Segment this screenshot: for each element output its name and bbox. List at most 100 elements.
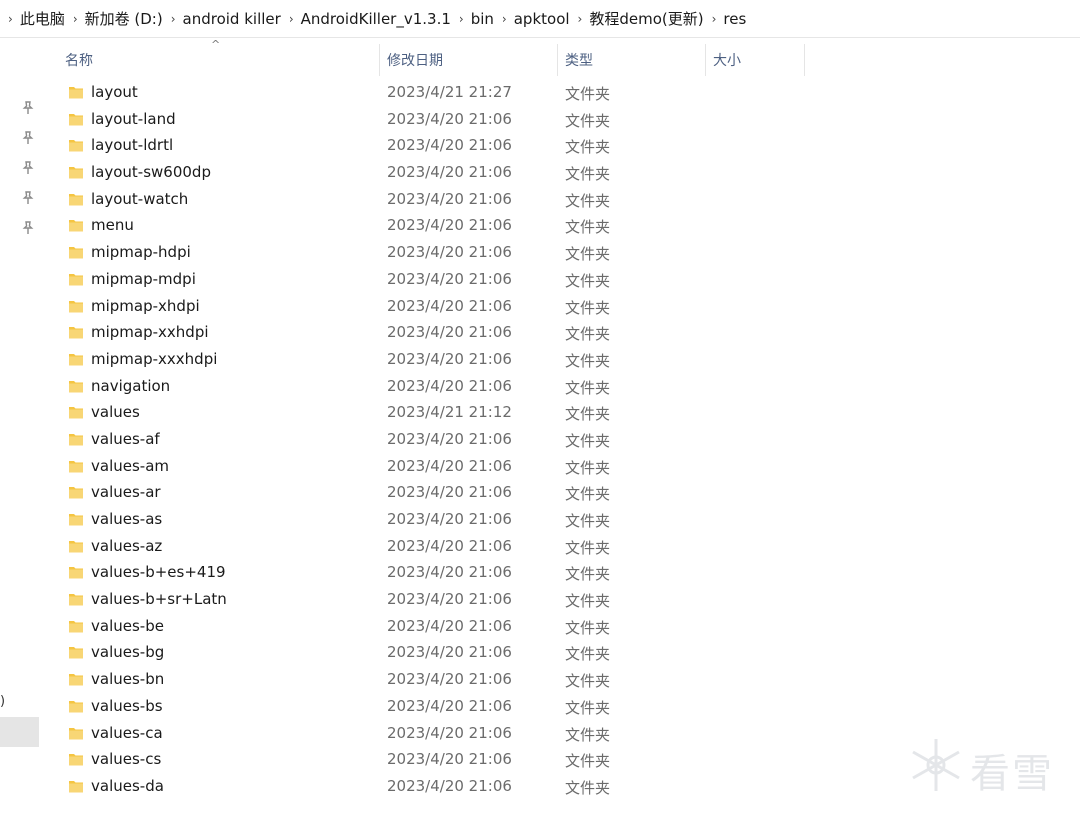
chevron-right-icon[interactable]: › [570, 12, 590, 26]
chevron-right-icon[interactable]: › [494, 12, 514, 26]
folder-row[interactable]: values 2023/4/21 21:12 文件夹 [55, 400, 815, 427]
folder-icon [69, 487, 83, 499]
snowflake-icon [912, 739, 960, 791]
folder-icon [69, 647, 83, 659]
file-name: layout-watch [91, 189, 189, 208]
modified-date: 2023/4/20 21:06 [387, 429, 512, 448]
nav-item-selected[interactable] [0, 717, 39, 747]
folder-row[interactable]: values-bs 2023/4/20 21:06 文件夹 [55, 694, 815, 721]
file-type: 文件夹 [565, 778, 611, 797]
file-name: values-af [91, 429, 160, 448]
folder-row[interactable]: menu 2023/4/20 21:06 文件夹 [55, 213, 815, 240]
chevron-right-icon[interactable]: › [163, 12, 183, 26]
folder-row[interactable]: values-az 2023/4/20 21:06 文件夹 [55, 534, 815, 561]
modified-date: 2023/4/20 21:06 [387, 536, 512, 555]
folder-row[interactable]: layout-sw600dp 2023/4/20 21:06 文件夹 [55, 160, 815, 187]
pin-icon[interactable] [21, 221, 35, 235]
folder-row[interactable]: mipmap-hdpi 2023/4/20 21:06 文件夹 [55, 240, 815, 267]
modified-date: 2023/4/21 21:27 [387, 83, 512, 101]
breadcrumb-item[interactable]: 教程demo(更新) [589, 8, 703, 29]
file-name: values-b+sr+Latn [91, 590, 227, 609]
column-header-size[interactable]: 大小 [706, 44, 805, 76]
folder-icon [69, 167, 83, 179]
folder-row[interactable]: values-da 2023/4/20 21:06 文件夹 [55, 774, 815, 801]
file-type: 文件夹 [565, 191, 611, 210]
file-type: 文件夹 [565, 725, 611, 744]
file-name: values-bn [91, 670, 165, 689]
folder-icon [69, 620, 83, 633]
file-type: 文件夹 [565, 245, 611, 264]
folder-row[interactable]: layout-ldrtl 2023/4/20 21:06 文件夹 [55, 133, 815, 160]
pin-icon[interactable] [21, 191, 35, 205]
file-type: 文件夹 [565, 592, 611, 611]
modified-date: 2023/4/20 21:06 [387, 723, 512, 742]
breadcrumb-item[interactable]: AndroidKiller_v1.3.1 [301, 10, 451, 28]
column-header-type[interactable]: 类型 [558, 44, 706, 76]
chevron-right-icon[interactable]: › [281, 12, 301, 26]
file-type: 文件夹 [565, 698, 611, 717]
modified-date: 2023/4/20 21:06 [387, 643, 512, 662]
folder-row[interactable]: values-ca 2023/4/20 21:06 文件夹 [55, 721, 815, 748]
folder-row[interactable]: layout-land 2023/4/20 21:06 文件夹 [55, 107, 815, 134]
folder-row[interactable]: layout-watch 2023/4/20 21:06 文件夹 [55, 187, 815, 214]
folder-row[interactable]: values-b+sr+Latn 2023/4/20 21:06 文件夹 [55, 587, 815, 614]
pin-icon[interactable] [21, 131, 35, 145]
folder-row[interactable]: mipmap-xhdpi 2023/4/20 21:06 文件夹 [55, 294, 815, 321]
nav-item-partial-label[interactable]: ) [0, 694, 5, 709]
chevron-right-icon[interactable]: › [451, 12, 471, 26]
modified-date: 2023/4/20 21:06 [387, 456, 512, 475]
file-list: layout 2023/4/21 21:27 文件夹 layout-land 2023/… [55, 80, 815, 801]
folder-row[interactable]: layout 2023/4/21 21:27 文件夹 [55, 80, 815, 107]
folder-icon [69, 87, 83, 99]
folder-row[interactable]: values-as 2023/4/20 21:06 文件夹 [55, 507, 815, 534]
file-type: 文件夹 [565, 512, 611, 530]
watermark-logo: 看雪 [908, 735, 1068, 801]
folder-row[interactable]: mipmap-xxxhdpi 2023/4/20 21:06 文件夹 [55, 347, 815, 374]
chevron-right-icon[interactable]: › [65, 12, 85, 26]
file-type: 文件夹 [565, 645, 611, 664]
folder-row[interactable]: values-cs 2023/4/20 21:06 文件夹 [55, 747, 815, 774]
chevron-right-icon[interactable]: › [704, 12, 724, 26]
breadcrumb-item[interactable]: 新加卷 (D:) [85, 8, 163, 29]
breadcrumb-item[interactable]: res [723, 10, 746, 28]
folder-row[interactable]: values-bg 2023/4/20 21:06 文件夹 [55, 640, 815, 667]
modified-date: 2023/4/20 21:06 [387, 296, 512, 315]
folder-icon [69, 113, 83, 126]
modified-date: 2023/4/20 21:06 [387, 616, 512, 635]
modified-date: 2023/4/20 21:06 [387, 750, 512, 769]
folder-icon [69, 220, 83, 232]
folder-row[interactable]: values-am 2023/4/20 21:06 文件夹 [55, 454, 815, 481]
folder-icon [69, 140, 83, 152]
breadcrumb-item[interactable]: 此电脑 [20, 8, 65, 29]
breadcrumb-item[interactable]: android killer [183, 10, 281, 28]
column-header-date[interactable]: 修改日期 [380, 44, 558, 76]
modified-date: 2023/4/20 21:06 [387, 243, 512, 262]
folder-icon [69, 674, 83, 686]
folder-row[interactable]: values-be 2023/4/20 21:06 文件夹 [55, 614, 815, 641]
chevron-right-icon[interactable]: › [0, 12, 20, 26]
column-header-name[interactable]: 名称 [55, 44, 380, 76]
file-type: 文件夹 [565, 271, 611, 290]
file-type: 文件夹 [565, 378, 611, 397]
breadcrumb-item[interactable]: bin [471, 10, 494, 28]
file-type: 文件夹 [565, 485, 611, 504]
modified-date: 2023/4/20 21:06 [387, 349, 512, 368]
folder-row[interactable]: navigation 2023/4/20 21:06 文件夹 [55, 374, 815, 401]
file-type: 文件夹 [565, 351, 611, 370]
folder-icon [69, 247, 83, 259]
breadcrumb-item[interactable]: apktool [514, 10, 570, 28]
folder-icon [69, 567, 83, 579]
folder-row[interactable]: values-b+es+419 2023/4/20 21:06 文件夹 [55, 560, 815, 587]
folder-row[interactable]: values-af 2023/4/20 21:06 文件夹 [55, 427, 815, 454]
pin-icon[interactable] [21, 161, 35, 175]
pin-icon[interactable] [21, 101, 35, 115]
folder-icon [69, 380, 83, 393]
folder-row[interactable]: values-ar 2023/4/20 21:06 文件夹 [55, 480, 815, 507]
folder-row[interactable]: mipmap-mdpi 2023/4/20 21:06 文件夹 [55, 267, 815, 294]
modified-date: 2023/4/20 21:06 [387, 670, 512, 689]
folder-row[interactable]: mipmap-xxhdpi 2023/4/20 21:06 文件夹 [55, 320, 815, 347]
modified-date: 2023/4/20 21:06 [387, 563, 512, 582]
file-name: values [91, 403, 140, 422]
folder-row[interactable]: values-bn 2023/4/20 21:06 文件夹 [55, 667, 815, 694]
file-type: 文件夹 [565, 111, 611, 130]
